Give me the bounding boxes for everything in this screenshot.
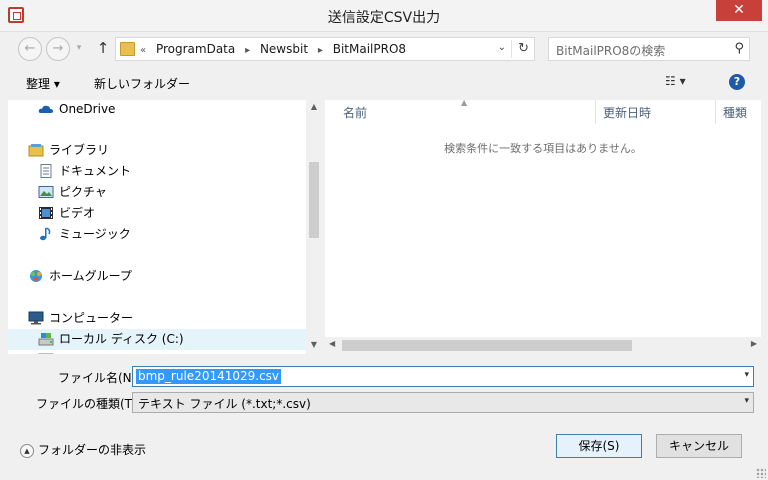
library-icon	[28, 143, 44, 157]
nav-item-label: ライブラリ	[49, 143, 110, 157]
refresh-icon[interactable]: ↻	[518, 41, 529, 56]
nav-item-label: ローカル ディスク (C:)	[59, 332, 184, 346]
resize-grip[interactable]	[756, 468, 766, 478]
scroll-up-arrow-icon[interactable]: ▲	[306, 102, 322, 111]
filetype-label: ファイルの種類(T):	[36, 397, 141, 411]
search-input[interactable]: BitMailPRO8の検索 ⚲	[548, 37, 750, 61]
address-divider	[511, 40, 512, 58]
command-toolbar: 整理 ▾ 新しいフォルダー ☷ ▾ ?	[0, 66, 768, 100]
nav-item-music[interactable]: ミュージック	[38, 224, 131, 245]
nav-item-partial	[38, 350, 59, 354]
column-divider[interactable]	[595, 100, 596, 124]
nav-item-onedrive[interactable]: OneDrive	[38, 100, 115, 120]
breadcrumb-separator[interactable]: ▸	[318, 45, 323, 56]
breadcrumb-overflow[interactable]: «	[140, 45, 146, 56]
title-bar: 送信設定CSV出力 ✕	[0, 0, 768, 32]
navigation-pane: OneDrive ライブラリ ドキュメント ピクチャ ビデオ ミュージック ホー…	[8, 100, 306, 354]
scroll-left-arrow-icon[interactable]: ◀	[329, 339, 335, 348]
nav-item-label: コンピューター	[49, 311, 134, 325]
organize-button[interactable]: 整理 ▾	[26, 75, 60, 92]
chevron-down-icon[interactable]: ▾	[744, 370, 749, 380]
hide-folders-label: フォルダーの非表示	[38, 443, 147, 457]
nav-item-computer[interactable]: コンピューター	[28, 308, 133, 329]
back-button[interactable]: ←	[18, 37, 42, 61]
filename-label: ファイル名(N):	[58, 371, 141, 385]
chevron-down-icon[interactable]: ▾	[744, 396, 749, 406]
chevron-up-icon: ▲	[20, 443, 34, 458]
document-icon	[38, 163, 54, 178]
breadcrumb: « ProgramData ▸ Newsbit ▸ BitMailPRO8	[140, 42, 412, 56]
search-placeholder: BitMailPRO8の検索	[556, 44, 666, 58]
scroll-down-arrow-icon[interactable]: ▼	[306, 340, 322, 349]
computer-icon	[28, 311, 44, 325]
video-icon	[38, 206, 54, 220]
nav-item-label: ホームグループ	[49, 269, 132, 283]
homegroup-icon	[28, 269, 44, 283]
navigation-pane-scrollbar[interactable]: ▲ ▼	[306, 100, 322, 354]
navigation-bar: ← → ▾ ↑ « ProgramData ▸ Newsbit ▸ BitMai…	[0, 32, 768, 66]
file-list-pane: 名前 ▲ 更新日時 種類 検索条件に一致する項目はありません。	[325, 98, 761, 337]
scrollbar-thumb[interactable]	[342, 340, 632, 351]
nav-item-label: OneDrive	[59, 102, 116, 116]
empty-list-message: 検索条件に一致する項目はありません。	[444, 142, 642, 155]
up-button[interactable]: ↑	[95, 38, 111, 58]
nav-item-libraries[interactable]: ライブラリ	[28, 140, 109, 161]
address-dropdown-icon[interactable]: ⌄	[498, 42, 506, 53]
column-header-type[interactable]: 種類	[723, 104, 747, 121]
help-icon[interactable]: ?	[729, 74, 745, 90]
breadcrumb-item[interactable]: Newsbit	[260, 42, 308, 56]
cloud-icon	[38, 102, 54, 116]
nav-item-label: ドキュメント	[59, 164, 132, 178]
file-list-horizontal-scrollbar[interactable]: ◀ ▶	[325, 337, 761, 354]
scrollbar-thumb[interactable]	[309, 162, 319, 238]
breadcrumb-separator[interactable]: ▸	[245, 45, 250, 56]
nav-item-local-disk[interactable]: ローカル ディスク (C:)	[8, 329, 306, 350]
save-dialog-window: 送信設定CSV出力 ✕ ← → ▾ ↑ « ProgramData ▸ News…	[0, 0, 768, 480]
window-title: 送信設定CSV出力	[327, 10, 441, 26]
picture-icon	[38, 185, 54, 199]
forward-button[interactable]: →	[46, 37, 70, 61]
filetype-select[interactable]: テキスト ファイル (*.txt;*.csv) ▾	[132, 392, 754, 413]
column-divider[interactable]	[715, 100, 716, 124]
cancel-button[interactable]: キャンセル	[656, 434, 742, 458]
filetype-value: テキスト ファイル (*.txt;*.csv)	[138, 397, 311, 411]
new-folder-button[interactable]: 新しいフォルダー	[94, 75, 190, 92]
drive-icon	[38, 353, 54, 354]
save-button[interactable]: 保存(S)	[556, 434, 642, 458]
hide-folders-toggle[interactable]: ▲ フォルダーの非表示	[20, 441, 146, 458]
nav-item-documents[interactable]: ドキュメント	[38, 161, 131, 182]
nav-item-label: ミュージック	[59, 227, 131, 241]
column-header-name[interactable]: 名前	[343, 104, 367, 121]
filename-value: bmp_rule20141029.csv	[136, 369, 282, 384]
music-icon	[38, 226, 54, 241]
nav-item-homegroup[interactable]: ホームグループ	[28, 266, 132, 287]
breadcrumb-item[interactable]: ProgramData	[156, 42, 235, 56]
nav-item-label: ビデオ	[59, 206, 96, 220]
nav-item-videos[interactable]: ビデオ	[38, 203, 95, 224]
column-headers: 名前 ▲ 更新日時 種類	[325, 98, 761, 124]
recent-locations-dropdown[interactable]: ▾	[72, 37, 86, 61]
address-bar[interactable]: « ProgramData ▸ Newsbit ▸ BitMailPRO8 ⌄ …	[115, 37, 535, 61]
sort-ascending-icon: ▲	[461, 98, 468, 107]
breadcrumb-item[interactable]: BitMailPRO8	[333, 42, 406, 56]
drive-icon	[38, 332, 54, 346]
view-options-button[interactable]: ☷ ▾	[665, 74, 686, 88]
nav-item-label: ピクチャ	[59, 185, 107, 199]
scroll-right-arrow-icon[interactable]: ▶	[751, 339, 757, 348]
nav-item-pictures[interactable]: ピクチャ	[38, 182, 107, 203]
search-icon[interactable]: ⚲	[734, 41, 744, 56]
column-header-modified[interactable]: 更新日時	[603, 104, 651, 121]
folder-icon	[120, 42, 135, 56]
filename-field[interactable]: bmp_rule20141029.csv ▾	[132, 366, 754, 387]
close-button[interactable]: ✕	[716, 0, 762, 21]
